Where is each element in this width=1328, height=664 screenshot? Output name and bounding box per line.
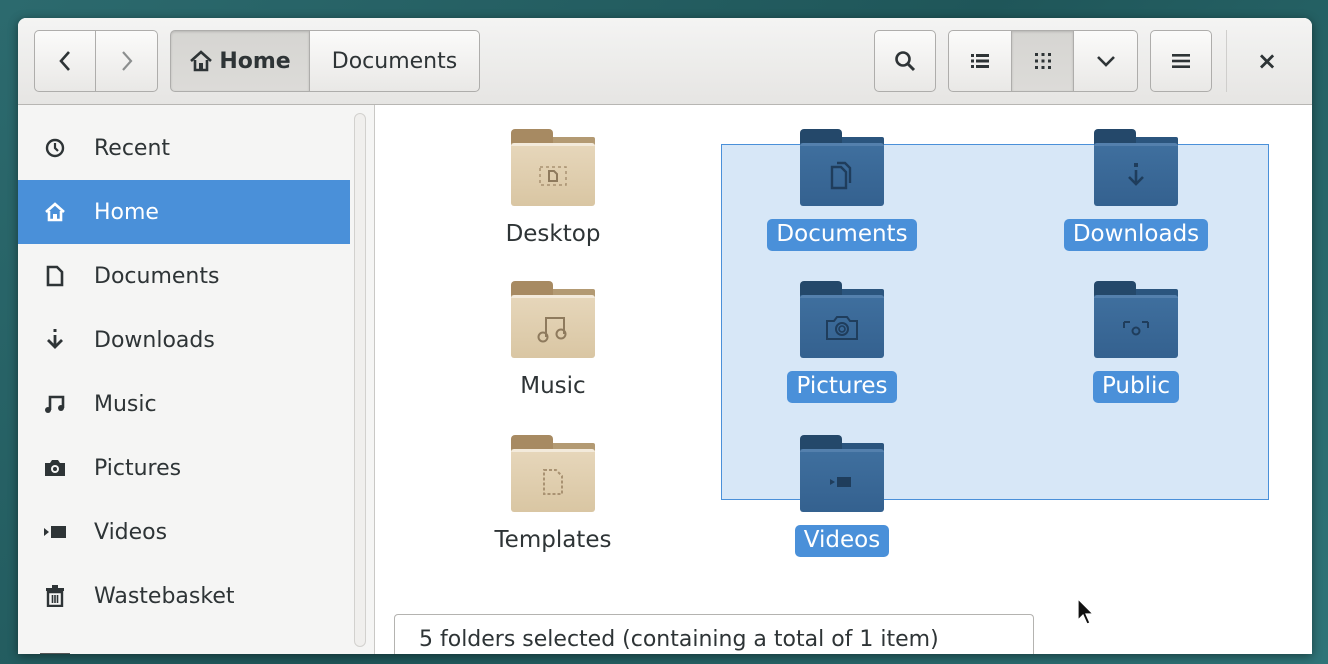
folder-item-desktop[interactable]: Desktop	[453, 129, 653, 251]
documents-emblem-icon	[830, 161, 852, 190]
chevron-left-icon	[59, 51, 70, 71]
share-emblem-icon	[1123, 321, 1149, 336]
folder-icon	[1094, 129, 1178, 206]
list-view-icon	[971, 54, 989, 68]
folder-item-videos[interactable]: Videos	[742, 435, 942, 557]
home-icon	[190, 50, 213, 72]
file-label: Desktop	[505, 221, 601, 247]
search-icon	[895, 51, 916, 72]
sidebar-item-home[interactable]: Home	[18, 180, 350, 244]
file-view[interactable]: Desktop Music Templates Documents Pictur…	[375, 105, 1312, 654]
file-manager-window: Home Documents × Recent Home Documents D…	[18, 18, 1312, 654]
mouse-cursor-icon	[1077, 597, 1095, 625]
chevron-right-icon	[121, 51, 132, 71]
folder-icon	[800, 281, 884, 358]
menu-button[interactable]	[1150, 30, 1212, 92]
sidebar-item-label: Music	[94, 391, 157, 417]
breadcrumb-documents[interactable]: Documents	[310, 30, 480, 92]
folder-icon	[511, 129, 595, 206]
music-emblem-icon	[537, 317, 567, 343]
header-separator	[1226, 30, 1227, 92]
folder-icon	[511, 281, 595, 358]
file-label: Public	[1092, 371, 1180, 403]
sidebar: Recent Home Documents Downloads Music Pi…	[18, 105, 375, 654]
video-emblem-icon	[830, 477, 851, 487]
folder-icon	[800, 435, 884, 512]
sidebar-item-pictures[interactable]: Pictures	[18, 436, 350, 500]
sidebar-item-label: Wastebasket	[94, 583, 235, 609]
view-options-button[interactable]	[1074, 30, 1138, 92]
status-text: 5 folders selected (containing a total o…	[419, 627, 939, 652]
breadcrumb-home[interactable]: Home	[170, 30, 310, 92]
home-icon	[40, 202, 70, 222]
sidebar-item-downloads[interactable]: Downloads	[18, 308, 350, 372]
folder-item-downloads[interactable]: Downloads	[1036, 129, 1236, 251]
desktop-emblem-icon	[539, 166, 567, 186]
list-view-button[interactable]	[948, 30, 1012, 92]
file-label: Music	[520, 373, 586, 399]
file-label: Documents	[767, 219, 917, 251]
sidebar-item-label: Downloads	[94, 327, 215, 353]
grid-view-icon	[1034, 53, 1051, 69]
folder-item-templates[interactable]: Templates	[453, 435, 653, 557]
document-icon	[40, 265, 70, 287]
breadcrumb-documents-label: Documents	[331, 48, 458, 74]
folder-item-pictures[interactable]: Pictures	[742, 281, 942, 403]
sidebar-item-label: Pictures	[94, 455, 182, 481]
hamburger-menu-icon	[1172, 54, 1190, 68]
camera-icon	[40, 459, 70, 477]
camera-emblem-icon	[826, 316, 858, 340]
download-icon	[40, 329, 70, 351]
folder-item-public[interactable]: Public	[1036, 281, 1236, 403]
sidebar-item-documents[interactable]: Documents	[18, 244, 350, 308]
sidebar-item-label: Home	[94, 199, 159, 225]
folder-icon	[1094, 281, 1178, 358]
file-label: Templates	[494, 527, 612, 553]
sidebar-item-label: Videos	[94, 519, 168, 545]
sidebar-item-label: Recent	[94, 135, 171, 161]
sidebar-more-item	[40, 653, 70, 654]
close-button[interactable]: ×	[1240, 30, 1294, 92]
folder-icon	[800, 129, 884, 206]
file-label: Pictures	[787, 371, 897, 403]
selection-status-bar: 5 folders selected (containing a total o…	[394, 614, 1034, 654]
chevron-down-icon	[1096, 56, 1115, 67]
sidebar-item-videos[interactable]: Videos	[18, 500, 350, 564]
file-label: Downloads	[1063, 219, 1209, 251]
sidebar-scrollbar[interactable]	[354, 113, 366, 647]
sidebar-item-music[interactable]: Music	[18, 372, 350, 436]
folder-icon	[511, 435, 595, 512]
search-button[interactable]	[874, 30, 936, 92]
forward-button[interactable]	[96, 30, 158, 92]
video-icon	[40, 525, 70, 539]
grid-view-button[interactable]	[1012, 30, 1074, 92]
file-label: Videos	[794, 525, 890, 557]
back-button[interactable]	[34, 30, 96, 92]
music-icon	[40, 394, 70, 414]
header-bar: Home Documents ×	[18, 18, 1312, 105]
sidebar-item-label: Documents	[94, 263, 220, 289]
folder-item-documents[interactable]: Documents	[742, 129, 942, 251]
breadcrumb-home-label: Home	[219, 48, 291, 74]
download-emblem-icon	[1128, 163, 1144, 186]
template-emblem-icon	[543, 469, 563, 495]
trash-icon	[40, 585, 70, 607]
sidebar-item-wastebasket[interactable]: Wastebasket	[18, 564, 350, 628]
folder-item-music[interactable]: Music	[453, 281, 653, 403]
close-icon: ×	[1256, 47, 1278, 75]
clock-icon	[40, 138, 70, 158]
sidebar-item-recent[interactable]: Recent	[18, 116, 350, 180]
